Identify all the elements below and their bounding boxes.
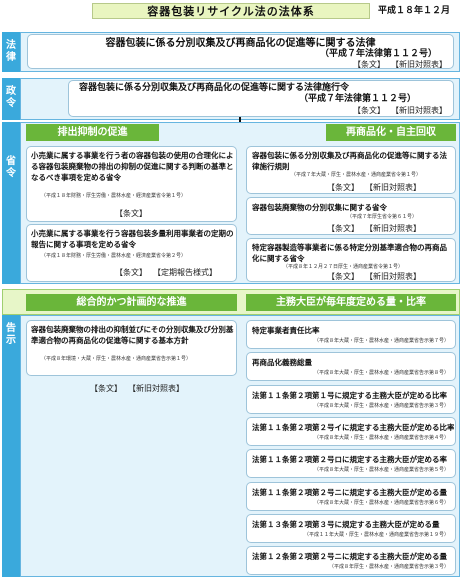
ministry-left-item-link-article[interactable]: 【条文】	[115, 268, 147, 277]
ministry-left-item-note: （平成１８年財務・厚生労働・農林水産・経済産業省令第２号）	[41, 253, 187, 259]
notice-left-item-link-comparison[interactable]: 【新旧対照表】	[132, 384, 184, 393]
notice-right-item-text: 法第１１条第２項第２号ロに規定する主務大臣が定める率	[252, 455, 447, 465]
law-box: 容器包装に係る分別収集及び再商品化の促進等に関する法律 （平成７年法律第１１２号…	[27, 34, 454, 69]
notice-right-item-note: （平成８年大蔵・厚生・農林水産・通商産業省告示第６号）	[313, 499, 449, 506]
cabinet-link-article[interactable]: 【条文】	[353, 106, 385, 115]
header-emission-control: 排出抑制の促進	[26, 124, 159, 141]
header-comprehensive-promotion: 総合的かつ計画的な推進	[26, 294, 237, 311]
notice-left-item-note: （平成８年環境・大蔵・厚生・農林水産・通商産業省告示第１号）	[41, 356, 192, 362]
notice-right-item-text: 法第１１条第２項第１号に規定する主務大臣が定める比率	[252, 390, 447, 400]
notice-right-item-note: （平成８年大蔵・厚生・農林水産・通商産業省告示第４号）	[313, 434, 449, 441]
ministry-left-item-link-report-form[interactable]: 【定期報告様式】	[157, 268, 217, 277]
ministry-right-item-links: 【条文】 【新旧対照表】	[327, 272, 421, 282]
notice-right-item: 法第１１条第２項第１号に規定する主務大臣が定める比率 （平成８年大蔵・厚生・農林水…	[246, 384, 456, 414]
notice-right-item-note: （平成８年大蔵・厚生・農林水産・通商産業省告示第５号）	[313, 467, 449, 474]
notice-right-item-note: （平成８年大蔵・厚生・農林水産・通商産業省告示第３号）	[313, 402, 449, 409]
ministry-right-item-note: （平成８年１２月２７日厚生・通商産業省令第１号）	[283, 264, 404, 270]
cabinet-links: 【条文】 【新旧対照表】	[353, 106, 447, 116]
page-title: 容器包装リサイクル法の法体系	[147, 5, 315, 18]
notice-left-item-text: 容器包装廃棄物の排出の抑制並びにその分別収集及び分別基準適合物の再商品化の促進等…	[31, 325, 234, 345]
ministry-left-item-link-article[interactable]: 【条文】	[115, 209, 147, 218]
header-minister-annual-quantity: 主務大臣が毎年度定める量・比率	[246, 294, 456, 311]
ministry-right-item-links: 【条文】 【新旧対照表】	[327, 224, 421, 234]
side-ministry-text: 省令	[6, 156, 16, 179]
notice-right-item-note: （平成１１年大蔵・厚生・農林水産・通商産業省告示第１９号）	[303, 531, 449, 538]
law-number: （平成７年法律第１１２号）	[319, 49, 437, 59]
ministry-right-item-text: 特定容器製造等事業者に係る特定分別基準適合物の再商品化に関する省令	[252, 243, 447, 263]
ministry-right-item-note: （平成７年大蔵・厚生・農林水産・通商産業省令第１号）	[291, 172, 422, 178]
notice-right-item: 法第１１条第２項第２号ニに規定する主務大臣が定める量 （平成８年大蔵・厚生・農林水…	[246, 481, 456, 511]
date-label: 平成１８年１２月	[378, 6, 451, 16]
notice-right-item-text: 法第１３条第２項第３号に規定する主務大臣が定める量	[252, 519, 440, 529]
ministry-right-item-link-comparison[interactable]: 【新旧対照表】	[369, 272, 421, 281]
notice-right-item: 特定事業者責任比率 （平成８年大蔵・厚生・農林水産・通商産業省告示第７号）	[246, 320, 456, 349]
notice-right-item-text: 法第１１条第２項第２号ニに規定する主務大臣が定める量	[252, 487, 447, 497]
cabinet-box: 容器包装に係る分別収集及び再商品化の促進等に関する法律施行令 （平成７年法律第１…	[68, 80, 454, 117]
ministry-right-item: 容器包装廃棄物の分別収集に関する省令 （平成７年厚生省令第６１号） 【条文】 【新…	[246, 197, 456, 235]
notice-left-item-links: 【条文】 【新旧対照表】	[90, 384, 184, 394]
ministry-left-item-links: 【条文】	[115, 209, 157, 219]
side-law-text: 法律	[6, 40, 16, 63]
ministry-left-item-note: （平成１８年財務・厚生労働・農林水産・経済産業省令第１号）	[41, 193, 187, 199]
notice-right-item: 再商品化義務総量 （平成８年大蔵・厚生・農林水産・通商産業省告示第８号）	[246, 352, 456, 382]
notice-right-item: 法第１２条第２項第２号ニに規定する主務大臣が定める量 （平成８年厚生・農林水産・通…	[246, 546, 456, 576]
notice-left-item: 容器包装廃棄物の排出の抑制並びにその分別収集及び分別基準適合物の再商品化の促進等…	[26, 320, 237, 376]
side-label-notice: 告示	[2, 315, 20, 577]
ministry-right-item-link-comparison[interactable]: 【新旧対照表】	[369, 183, 421, 192]
ministry-left-item: 小売業に属する事業を行う容器包装多量利用事業者の定期の報告に関する事項を定める省…	[26, 224, 237, 282]
ministry-right-item: 容器包装に係る分別収集及び再商品化の促進等に関する法律施行規則 （平成７年大蔵・…	[246, 146, 456, 194]
header-recommercialization: 再商品化・自主回収	[326, 124, 456, 141]
law-link-comparison[interactable]: 【新旧対照表】	[395, 60, 447, 69]
notice-right-item-text: 特定事業者責任比率	[252, 326, 320, 335]
notice-right-item-text: 法第１１条第２項第２号イに規定する主務大臣が定める比率	[252, 422, 454, 432]
ministry-right-item-link-article[interactable]: 【条文】	[327, 272, 359, 281]
ministry-right-item-text: 容器包装廃棄物の分別収集に関する省令	[252, 203, 387, 212]
ministry-left-item: 小売業に属する事業を行う者の容器包装の使用の合理化による容器包装廃棄物の排出の抑…	[26, 146, 237, 222]
ministry-left-item-text: 小売業に属する事業を行う容器包装多量利用事業者の定期の報告に関する事項を定める省…	[31, 229, 234, 249]
cabinet-title: 容器包装に係る分別収集及び再商品化の促進等に関する法律施行令	[79, 83, 350, 93]
side-label-ministry: 省令	[2, 122, 20, 284]
cabinet-link-comparison[interactable]: 【新旧対照表】	[395, 106, 447, 115]
side-cabinet-text: 政令	[6, 86, 16, 109]
law-links: 【条文】 【新旧対照表】	[353, 60, 447, 70]
ministry-right-item-link-comparison[interactable]: 【新旧対照表】	[369, 224, 421, 233]
notice-right-item: 法第１１条第２項第２号ロに規定する主務大臣が定める率 （平成８年大蔵・厚生・農林水…	[246, 449, 456, 479]
notice-right-item-note: （平成８年大蔵・厚生・農林水産・通商産業省告示第８号）	[313, 370, 449, 377]
notice-right-item-text: 再商品化義務総量	[252, 358, 312, 368]
side-label-cabinet: 政令	[2, 78, 20, 120]
ministry-right-item-note: （平成７年厚生省令第６１号）	[347, 214, 418, 220]
title-bar: 容器包装リサイクル法の法体系	[92, 3, 370, 19]
side-label-law: 法律	[2, 32, 20, 72]
ministry-right-item: 特定容器製造等事業者に係る特定分別基準適合物の再商品化に関する省令 （平成８年１…	[246, 238, 456, 282]
law-link-article[interactable]: 【条文】	[353, 60, 385, 69]
notice-right-item-text: 法第１２条第２項第２号ニに規定する主務大臣が定める量	[252, 552, 447, 562]
notice-right-item-note: （平成８年大蔵・厚生・農林水産・通商産業省告示第７号）	[313, 338, 449, 344]
ministry-right-item-text: 容器包装に係る分別収集及び再商品化の促進等に関する法律施行規則	[252, 151, 447, 171]
ministry-right-item-link-article[interactable]: 【条文】	[327, 183, 359, 192]
notice-right-item: 法第１３条第２項第３号に規定する主務大臣が定める量 （平成１１年大蔵・厚生・農林水…	[246, 513, 456, 543]
ministry-right-item-links: 【条文】 【新旧対照表】	[327, 183, 421, 193]
ministry-left-item-text: 小売業に属する事業を行う者の容器包装の使用の合理化による容器包装廃棄物の排出の抑…	[31, 151, 234, 182]
cabinet-number: （平成７年法律第１１２号）	[299, 94, 417, 104]
notice-left-item-link-article[interactable]: 【条文】	[90, 384, 122, 393]
ministry-right-item-link-article[interactable]: 【条文】	[327, 224, 359, 233]
ministry-left-item-links: 【条文】 【定期報告様式】	[115, 268, 217, 278]
side-notice-text: 告示	[6, 323, 16, 346]
notice-right-item: 法第１１条第２項第２号イに規定する主務大臣が定める比率 （平成８年大蔵・厚生・農林…	[246, 416, 456, 446]
notice-right-item-note: （平成８年厚生・農林水産・通商産業省告示第３号）	[328, 564, 449, 571]
